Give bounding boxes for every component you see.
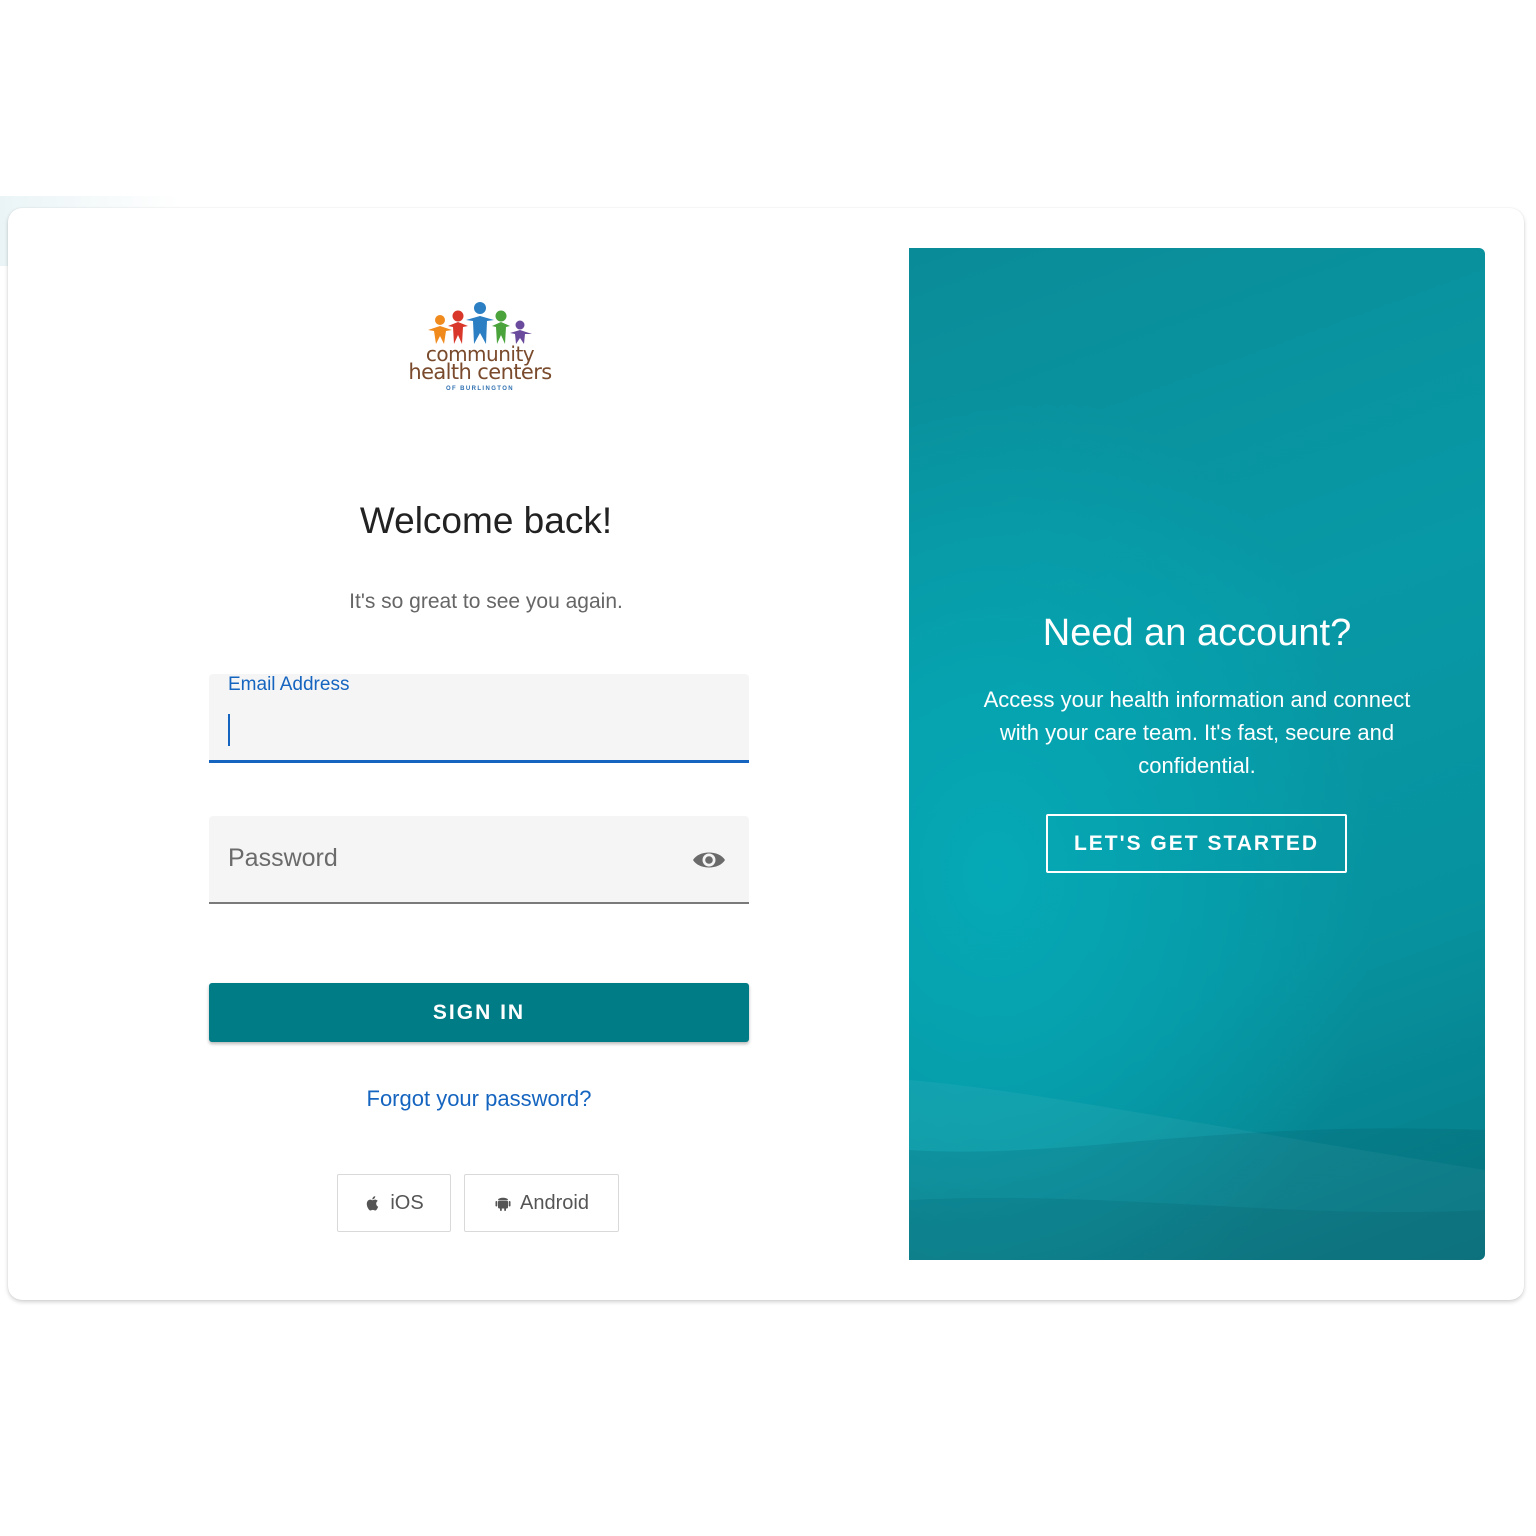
password-field[interactable]: Password <box>209 816 749 904</box>
logo-text-line2: health centers <box>408 360 552 384</box>
ios-label: iOS <box>390 1191 424 1214</box>
sign-in-panel: community health centers OF BURLINGTON W… <box>8 208 948 1300</box>
show-password-eye-icon[interactable] <box>691 848 727 872</box>
welcome-subheading: It's so great to see you again. <box>349 590 623 613</box>
password-placeholder: Password <box>228 844 338 872</box>
apple-icon <box>367 1196 379 1211</box>
email-field[interactable]: Email Address <box>209 674 749 763</box>
android-icon <box>495 1197 511 1211</box>
welcome-heading: Welcome back! <box>359 500 613 541</box>
signup-description: Access your health information and conne… <box>983 687 1411 778</box>
wave-decoration <box>909 1080 1485 1260</box>
ios-app-button[interactable]: iOS <box>337 1174 451 1232</box>
brand-logo: community health centers OF BURLINGTON <box>400 300 560 400</box>
forgot-password-link[interactable]: Forgot your password? <box>208 1086 750 1112</box>
android-label: Android <box>520 1191 589 1214</box>
text-cursor <box>228 714 230 746</box>
signup-heading: Need an account? <box>1042 612 1352 654</box>
sign-in-button[interactable]: SIGN IN <box>209 983 749 1042</box>
page: community health centers OF BURLINGTON W… <box>0 0 1536 1536</box>
logo-text-line3: OF BURLINGTON <box>445 386 515 392</box>
android-app-button[interactable]: Android <box>464 1174 619 1232</box>
get-started-button[interactable]: LET'S GET STARTED <box>1046 814 1347 873</box>
email-input[interactable] <box>228 708 728 748</box>
signup-panel: Need an account? Access your health info… <box>909 248 1485 1260</box>
login-card: community health centers OF BURLINGTON W… <box>8 208 1524 1300</box>
email-label: Email Address <box>228 674 350 695</box>
